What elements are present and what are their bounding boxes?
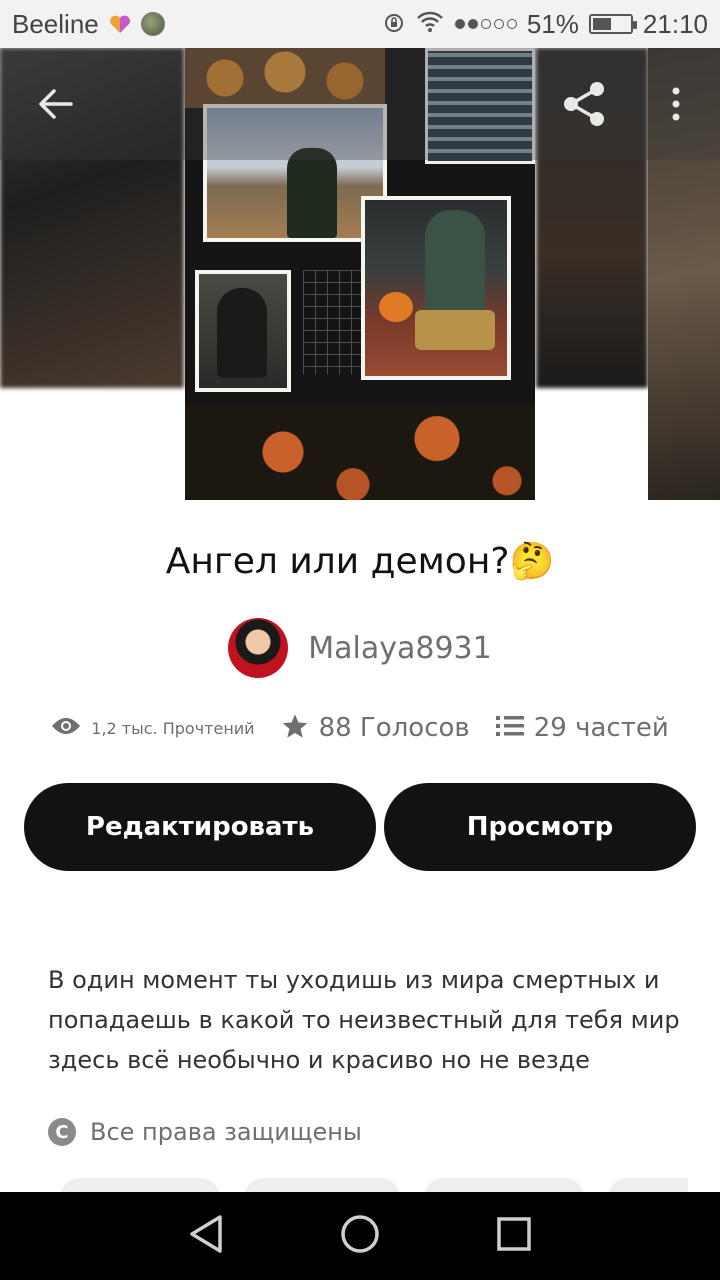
clock: 21:10 — [642, 8, 708, 39]
cover-photo-steps — [361, 196, 511, 380]
author-row[interactable]: Malaya8931 — [0, 618, 720, 678]
copyright-row: C Все права защищены — [48, 1118, 362, 1146]
view-button[interactable]: Просмотр — [384, 783, 696, 871]
cover-flowers-art — [185, 404, 535, 500]
recents-square-icon[interactable] — [496, 1216, 532, 1256]
story-title: Ангел или демон?🤔 — [165, 541, 555, 582]
more-vert-icon[interactable] — [656, 72, 696, 136]
cover-photo-portrait — [195, 270, 291, 392]
battery-percent: 51% — [526, 8, 579, 39]
story-description: В один момент ты уходишь из мира смертны… — [48, 966, 680, 1074]
copyright-label: Все права защищены — [90, 1118, 362, 1146]
tag-chip[interactable] — [244, 1178, 400, 1192]
battery-icon — [588, 14, 637, 34]
author-avatar[interactable] — [228, 618, 289, 678]
share-icon[interactable] — [552, 72, 616, 136]
tag-chip[interactable] — [608, 1178, 688, 1192]
cover-grid-art — [303, 270, 369, 374]
reads-count: 1,2 тыс. Прочтений — [91, 718, 255, 738]
votes-stat: 88 Голосов — [281, 712, 470, 744]
votes-count: 88 Голосов — [318, 713, 470, 743]
parts-count[interactable]: 29 частей — [534, 713, 669, 743]
wifi-icon — [415, 9, 445, 40]
home-circle-icon[interactable] — [340, 1214, 380, 1258]
tag-chip[interactable] — [60, 1178, 220, 1192]
back-arrow-icon[interactable] — [24, 72, 88, 136]
avatar — [140, 12, 165, 36]
tag-list — [0, 1178, 688, 1192]
copyright-icon: C — [48, 1118, 76, 1146]
back-triangle-icon[interactable] — [188, 1214, 224, 1258]
system-nav-bar — [0, 1192, 720, 1280]
story-stats: 1,2 тыс. Прочтений 88 Голосов 29 частей — [0, 712, 720, 744]
list-icon — [495, 715, 524, 741]
action-buttons: Редактировать Просмотр — [24, 783, 696, 871]
status-bar: Beeline 51% 21:10 — [0, 0, 720, 48]
author-name[interactable]: Malaya8931 — [308, 631, 491, 666]
reads-stat: 1,2 тыс. Прочтений — [51, 716, 255, 740]
top-bar — [0, 48, 720, 160]
carrier-name: Beeline — [12, 8, 99, 39]
heart-badge-icon — [109, 13, 131, 35]
eye-icon — [51, 716, 81, 740]
signal-dots-icon — [454, 19, 517, 29]
tag-chip[interactable] — [424, 1178, 584, 1192]
star-icon — [281, 712, 309, 744]
alarm-icon — [383, 9, 405, 40]
parts-stat[interactable]: 29 частей — [495, 713, 669, 743]
edit-button[interactable]: Редактировать — [24, 783, 376, 871]
